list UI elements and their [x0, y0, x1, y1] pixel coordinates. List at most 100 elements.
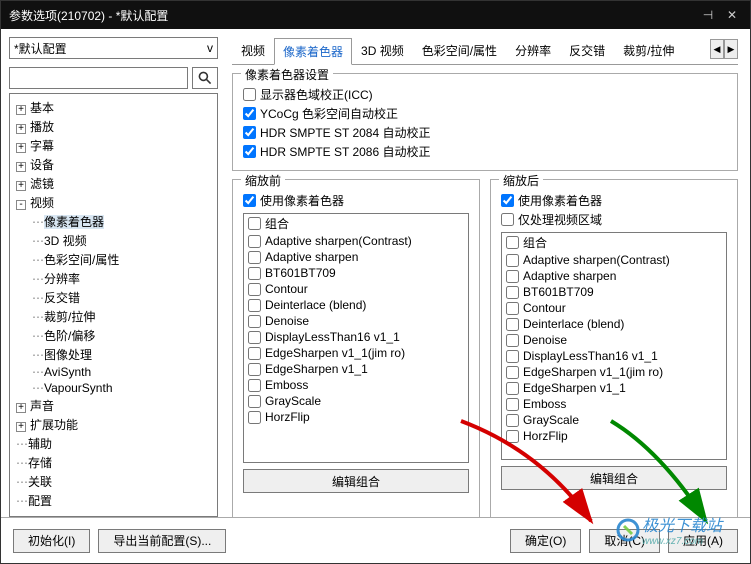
list-item[interactable]: HorzFlip [502, 428, 726, 444]
expand-icon[interactable]: + [16, 181, 26, 191]
list-item[interactable]: EdgeSharpen v1_1 [244, 361, 468, 377]
tree-item[interactable]: +设备 [12, 155, 215, 174]
init-button[interactable]: 初始化(I) [13, 529, 90, 553]
after-onlyvideo-checkbox[interactable]: 仅处理视频区域 [501, 211, 727, 228]
expand-icon[interactable]: + [16, 105, 26, 115]
settings-option[interactable]: HDR SMPTE ST 2086 自动校正 [243, 143, 727, 160]
cancel-button[interactable]: 取消(C) [589, 529, 660, 553]
search-input[interactable] [9, 67, 188, 89]
after-list[interactable]: 组合Adaptive sharpen(Contrast)Adaptive sha… [501, 232, 727, 460]
tree-item[interactable]: ⋯反交错 [30, 288, 215, 307]
tree-item[interactable]: +基本 [12, 98, 215, 117]
list-item[interactable]: 组合 [502, 233, 726, 252]
tree-item[interactable]: +字幕 [12, 136, 215, 155]
list-item[interactable]: Adaptive sharpen(Contrast) [244, 233, 468, 249]
tree-item[interactable]: ⋯关联 [12, 472, 215, 491]
tab[interactable]: 分辨率 [506, 37, 560, 64]
list-item-label: DisplayLessThan16 v1_1 [265, 330, 400, 344]
list-item[interactable]: EdgeSharpen v1_1 [502, 380, 726, 396]
tab-nav-right-icon[interactable]: ▶ [724, 39, 738, 59]
tree-item[interactable]: ⋯色彩空间/属性 [30, 250, 215, 269]
tree-item[interactable]: ⋯3D 视频 [30, 231, 215, 250]
group-settings-title: 像素着色器设置 [241, 66, 333, 83]
before-list[interactable]: 组合Adaptive sharpen(Contrast)Adaptive sha… [243, 213, 469, 463]
tree-item[interactable]: ⋯存储 [12, 453, 215, 472]
tree-item[interactable]: ⋯裁剪/拉伸 [30, 307, 215, 326]
list-item-label: Adaptive sharpen(Contrast) [523, 253, 670, 267]
expand-icon[interactable]: + [16, 162, 26, 172]
collapse-icon[interactable]: - [16, 200, 26, 210]
settings-option[interactable]: HDR SMPTE ST 2084 自动校正 [243, 124, 727, 141]
expand-icon[interactable]: + [16, 403, 26, 413]
after-use-checkbox[interactable]: 使用像素着色器 [501, 192, 727, 209]
expand-icon[interactable]: + [16, 422, 26, 432]
tree-item[interactable]: ⋯VapourSynth [30, 380, 215, 396]
list-item[interactable]: HorzFlip [244, 409, 468, 425]
list-item-label: HorzFlip [265, 410, 310, 424]
list-item[interactable]: 组合 [244, 214, 468, 233]
list-item[interactable]: Deinterlace (blend) [244, 297, 468, 313]
settings-option[interactable]: YCoCg 色彩空间自动校正 [243, 105, 727, 122]
list-item[interactable]: Emboss [244, 377, 468, 393]
tree-item[interactable]: +滤镜 [12, 174, 215, 193]
tab[interactable]: 视频 [232, 37, 274, 64]
before-edit-button[interactable]: 编辑组合 [243, 469, 469, 493]
profile-combo[interactable]: *默认配置 v [9, 37, 218, 59]
pin-icon[interactable]: ⊣ [698, 5, 718, 25]
before-use-checkbox[interactable]: 使用像素着色器 [243, 192, 469, 209]
list-item[interactable]: Adaptive sharpen [244, 249, 468, 265]
list-item[interactable]: Adaptive sharpen(Contrast) [502, 252, 726, 268]
tree-item[interactable]: ⋯分辨率 [30, 269, 215, 288]
after-edit-button[interactable]: 编辑组合 [501, 466, 727, 490]
ok-button[interactable]: 确定(O) [510, 529, 581, 553]
expand-icon[interactable]: + [16, 124, 26, 134]
tree-item[interactable]: ⋯图像处理 [30, 345, 215, 364]
tab[interactable]: 色彩空间/属性 [413, 37, 506, 64]
expand-icon[interactable]: + [16, 143, 26, 153]
list-item[interactable]: Emboss [502, 396, 726, 412]
settings-option[interactable]: 显示器色域校正(ICC) [243, 86, 727, 103]
tree-dots-icon: ⋯ [32, 272, 44, 286]
window-title: 参数选项(210702) - *默认配置 [9, 7, 694, 24]
tree-item[interactable]: +扩展功能 [12, 415, 215, 434]
tab[interactable]: 3D 视频 [352, 37, 413, 64]
tree-item[interactable]: +声音 [12, 396, 215, 415]
tab[interactable]: 裁剪/拉伸 [614, 37, 683, 64]
list-item[interactable]: Contour [502, 300, 726, 316]
tree-item[interactable]: ⋯色阶/偏移 [30, 326, 215, 345]
profile-v-label: v [207, 41, 213, 55]
list-item[interactable]: BT601BT709 [244, 265, 468, 281]
tree-item-label: 3D 视频 [44, 234, 87, 248]
list-item[interactable]: BT601BT709 [502, 284, 726, 300]
list-item[interactable]: Adaptive sharpen [502, 268, 726, 284]
list-item[interactable]: EdgeSharpen v1_1(jim ro) [244, 345, 468, 361]
tree-item-label: 色彩空间/属性 [44, 253, 119, 267]
tree-item[interactable]: ⋯像素着色器 [30, 212, 215, 231]
list-item[interactable]: Denoise [502, 332, 726, 348]
list-item[interactable]: Deinterlace (blend) [502, 316, 726, 332]
tab[interactable]: 反交错 [560, 37, 614, 64]
tab[interactable]: 像素着色器 [274, 38, 352, 65]
tree-item-label: 色阶/偏移 [44, 329, 95, 343]
search-button[interactable] [192, 67, 218, 89]
list-item[interactable]: DisplayLessThan16 v1_1 [244, 329, 468, 345]
list-item-label: Adaptive sharpen(Contrast) [265, 234, 412, 248]
tree-item-label: 存储 [28, 456, 52, 470]
apply-button[interactable]: 应用(A) [668, 529, 738, 553]
tree-item[interactable]: ⋯辅助 [12, 434, 215, 453]
list-item[interactable]: GrayScale [502, 412, 726, 428]
list-item[interactable]: GrayScale [244, 393, 468, 409]
list-item[interactable]: Denoise [244, 313, 468, 329]
nav-tree[interactable]: +基本+播放+字幕+设备+滤镜-视频⋯像素着色器⋯3D 视频⋯色彩空间/属性⋯分… [12, 98, 215, 510]
tree-item[interactable]: +播放 [12, 117, 215, 136]
tree-item[interactable]: ⋯AviSynth [30, 364, 215, 380]
tab-nav-left-icon[interactable]: ◀ [710, 39, 724, 59]
export-button[interactable]: 导出当前配置(S)... [98, 529, 226, 553]
tree-item[interactable]: -视频 [12, 193, 215, 212]
list-item[interactable]: Contour [244, 281, 468, 297]
list-item[interactable]: EdgeSharpen v1_1(jim ro) [502, 364, 726, 380]
list-item-label: DisplayLessThan16 v1_1 [523, 349, 658, 363]
tree-item[interactable]: ⋯配置 [12, 491, 215, 510]
close-icon[interactable]: ✕ [722, 5, 742, 25]
list-item[interactable]: DisplayLessThan16 v1_1 [502, 348, 726, 364]
